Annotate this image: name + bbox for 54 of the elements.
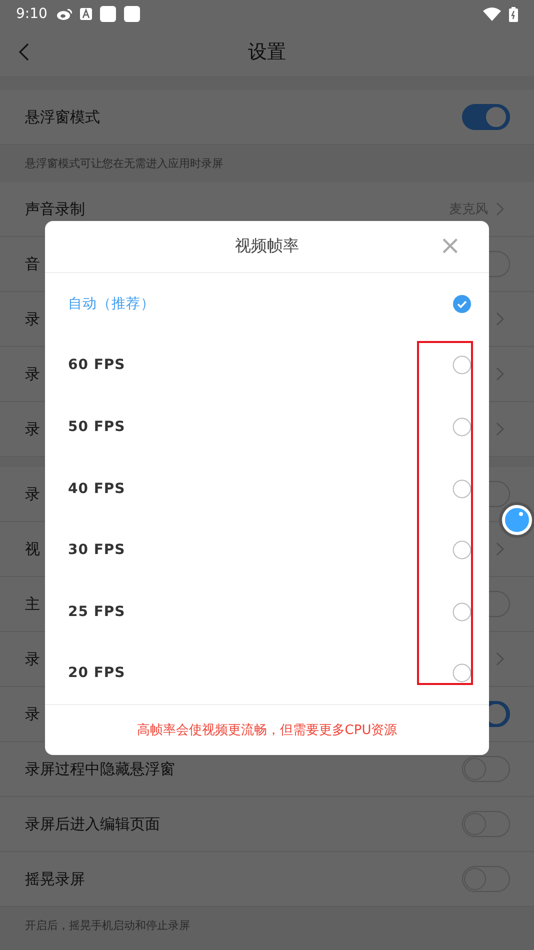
setting-label: 声音录制	[25, 200, 85, 218]
frame-rate-option[interactable]: 20 FPS	[68, 665, 126, 682]
toggle-switch[interactable]	[462, 756, 510, 782]
settings-row[interactable]: 摇晃录屏	[0, 852, 534, 907]
page-title: 设置	[248, 40, 286, 65]
setting-label: 录	[25, 364, 40, 384]
status-time: 9:10	[16, 6, 48, 22]
setting-label: 摇晃录屏	[25, 870, 85, 888]
dialog-title: 视频帧率	[235, 236, 299, 257]
chevron-icon	[496, 422, 504, 436]
settings-row[interactable]: 录屏后进入编辑页面	[0, 797, 534, 852]
setting-label: 录	[25, 310, 40, 328]
radio-button[interactable]	[452, 602, 472, 622]
setting-label: 录	[25, 484, 40, 504]
app-notification-icon	[80, 8, 92, 20]
frame-rate-option[interactable]: 30 FPS	[68, 542, 126, 558]
weibo-icon	[57, 8, 72, 20]
wifi-icon	[483, 7, 501, 21]
radio-button[interactable]	[452, 478, 472, 499]
frame-rate-option[interactable]: 50 FPS	[68, 418, 126, 435]
setting-label: 录	[25, 704, 40, 724]
hint-text: 悬浮窗模式可让您在无需进入应用时录屏	[24, 156, 224, 172]
record-float-button[interactable]	[502, 505, 532, 535]
setting-label: 视	[25, 540, 40, 558]
frame-rate-option[interactable]: 自动（推荐）	[68, 294, 155, 313]
back-icon[interactable]	[18, 42, 30, 62]
chevron-icon	[496, 542, 504, 556]
close-button[interactable]: ×	[437, 234, 463, 258]
dialog-note: 高帧率会使视频更流畅，但需要更多CPU资源	[45, 704, 489, 756]
setting-label: 录	[25, 650, 40, 668]
battery-icon	[509, 6, 518, 22]
setting-label: 录	[25, 420, 40, 438]
radio-button[interactable]	[452, 416, 472, 437]
settings-row[interactable]: 悬浮窗模式	[0, 90, 534, 145]
frame-rate-option[interactable]: 40 FPS	[68, 480, 126, 497]
setting-label: 录屏过程中隐藏悬浮窗	[25, 760, 175, 778]
frame-rate-option[interactable]: 25 FPS	[68, 604, 126, 620]
chevron-icon	[496, 652, 504, 666]
setting-label: 音	[25, 254, 40, 274]
radio-button[interactable]	[452, 540, 472, 560]
frame-rate-option[interactable]: 60 FPS	[68, 357, 126, 374]
radio-checked-icon[interactable]	[452, 294, 472, 314]
radio-button[interactable]	[452, 663, 472, 684]
setting-label: 悬浮窗模式	[25, 108, 100, 126]
chevron-icon	[496, 202, 504, 216]
hint-text: 开启后，摇晃手机启动和停止录屏	[24, 918, 191, 934]
setting-label: 主	[25, 594, 40, 614]
radio-button[interactable]	[452, 355, 472, 376]
notification-icon	[124, 6, 140, 22]
chevron-icon	[496, 367, 504, 381]
toggle-switch[interactable]	[462, 104, 510, 130]
chevron-icon	[496, 312, 504, 326]
notification-icon	[100, 6, 116, 22]
setting-label: 录屏后进入编辑页面	[25, 814, 160, 834]
